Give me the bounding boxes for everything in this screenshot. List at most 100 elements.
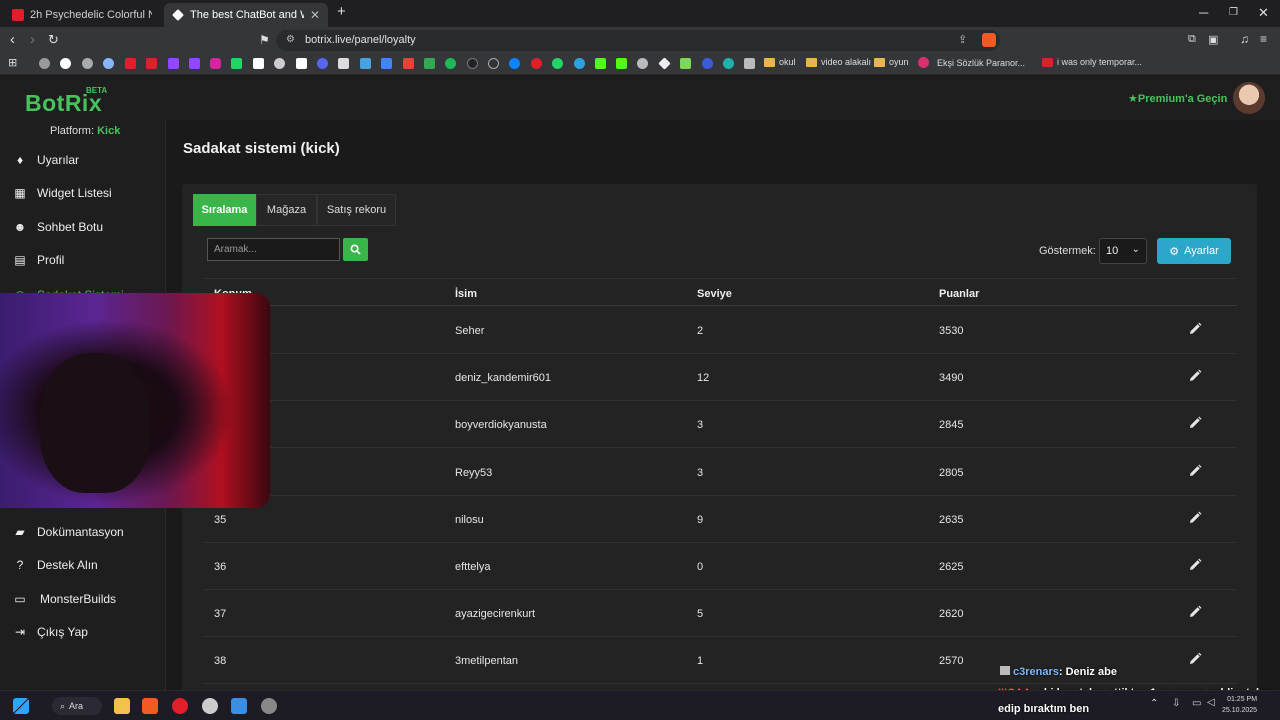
taskbar-search[interactable]: ⌕ Ara [52,697,102,715]
edit-pencil-icon[interactable] [1188,511,1202,525]
bookmark-icon[interactable]: ⚑ [259,33,270,47]
chatgpt-icon[interactable] [467,58,478,69]
gemini-icon[interactable] [103,58,114,69]
bookmark-folder-video[interactable]: video alakalı [806,57,871,67]
back-icon[interactable]: ‹ [10,31,15,48]
tab-satis-rekoru[interactable]: Satış rekoru [317,194,396,226]
column-header-level[interactable]: Seviye [697,288,732,300]
brave-browser-icon[interactable] [142,698,158,714]
photos-icon[interactable] [231,698,247,714]
edit-pencil-icon[interactable] [1188,322,1202,336]
tab-magaza[interactable]: Mağaza [256,194,317,226]
kick-icon[interactable] [595,58,606,69]
show-count-select[interactable]: 10 ⌄ [1099,238,1147,264]
media-icon[interactable]: ♫ [1240,32,1249,46]
brave-shield-icon[interactable] [982,33,996,47]
search-button[interactable] [343,238,368,261]
obs-icon[interactable] [202,698,218,714]
sidebar-item-logout[interactable]: ⇥ Çıkış Yap [0,617,166,647]
sidebar-item-widgets[interactable]: ▦ Widget Listesi [0,178,166,208]
bookmark-youtube-video[interactable]: i was only temporar... [1042,57,1142,67]
download-icon[interactable]: ⇩ [1172,698,1180,709]
x-twitter-icon[interactable] [253,58,264,69]
telegram-icon[interactable] [574,58,585,69]
instagram-icon[interactable] [210,58,221,69]
menu-icon[interactable]: ≡ [1260,32,1267,46]
youtube-icon[interactable] [146,58,157,69]
volume-icon[interactable]: ◁ [1207,697,1215,708]
forward-icon[interactable]: › [30,31,35,48]
extensions-icon[interactable]: ⧉ [1188,33,1196,46]
puzzle-icon[interactable] [680,58,691,69]
media-player-icon[interactable] [172,698,188,714]
shield-icon[interactable] [702,58,713,69]
edit-pencil-icon[interactable] [1188,558,1202,572]
premium-link[interactable]: ★Premium'a Geçin [1128,92,1227,105]
globe-icon[interactable] [723,58,734,69]
tab-siralama[interactable]: Sıralama [193,194,256,226]
extension-icon[interactable] [637,58,648,69]
pinterest-icon[interactable] [531,58,542,69]
twitch-icon[interactable] [189,58,200,69]
botrix-icon[interactable] [658,57,671,70]
bookmark-folder-okul[interactable]: okul [764,57,796,67]
search-input[interactable] [207,238,340,261]
site-info-icon[interactable]: ⚙ [286,34,295,45]
kick-icon[interactable] [616,58,627,69]
share-icon[interactable]: ⇪ [958,33,967,46]
edge-icon[interactable] [509,58,520,69]
tray-chevron-icon[interactable]: ⌃ [1150,698,1158,709]
threads-icon[interactable] [274,58,285,69]
restore-icon[interactable]: ❐ [1229,7,1238,18]
sidebar-item-chatbot[interactable]: ☻ Sohbet Botu [0,212,166,242]
spotify-icon[interactable] [445,58,456,69]
bookmark-folder-oyun[interactable]: oyun [874,57,909,67]
docs-icon[interactable] [381,58,392,69]
google-icon[interactable] [60,58,71,69]
sidebar-item-profile[interactable]: ▤ Profil [0,245,166,275]
openai-icon[interactable] [82,58,93,69]
edit-pencil-icon[interactable] [1188,369,1202,383]
column-header-name[interactable]: İsim [455,288,477,300]
edit-pencil-icon[interactable] [1188,464,1202,478]
edit-pencil-icon[interactable] [1188,416,1202,430]
capcut-icon[interactable] [338,58,349,69]
apps-grid-icon[interactable]: ⊞ [8,56,17,69]
edit-pencil-icon[interactable] [1188,605,1202,619]
sidebar-item-docs[interactable]: ▰ Dokümantasyon [0,517,166,547]
kick-icon[interactable] [231,58,242,69]
close-tab-icon[interactable]: ✕ [310,8,320,22]
avatar[interactable] [1233,82,1265,114]
url-field[interactable]: ⚙ botrix.live/panel/loyalty ⇪ [276,30,1000,51]
settings-app-icon[interactable] [261,698,277,714]
system-clock[interactable]: 01:25 PM 25.10.2025 [1222,694,1257,716]
column-header-points[interactable]: Puanlar [939,288,979,300]
reload-icon[interactable]: ↻ [48,32,59,48]
new-tab-icon[interactable]: + [337,3,346,20]
close-window-icon[interactable]: ✕ [1258,5,1269,21]
github-icon[interactable] [488,58,499,69]
browser-tab-youtube[interactable]: 2h Psychedelic Colorful Neon Backgr [4,3,160,27]
network-icon[interactable]: ▭ [1192,698,1201,709]
bookmark-eksi[interactable]: Ekşi Sözlük Paranor... [918,57,1025,68]
youtube-icon[interactable] [125,58,136,69]
qr-icon[interactable] [744,58,755,69]
twitch-icon[interactable] [168,58,179,69]
sidebar-item-uyarilar[interactable]: ♦ Uyarılar [0,145,166,175]
tiktok-icon[interactable] [296,58,307,69]
discord-icon[interactable] [317,58,328,69]
windows-start-icon[interactable] [13,698,29,714]
drive-icon[interactable] [360,58,371,69]
minimize-icon[interactable]: ─ [1199,5,1208,20]
sidebar-toggle-icon[interactable]: ▣ [1208,33,1218,46]
google-drive-icon[interactable] [424,58,435,69]
history-icon[interactable] [39,58,50,69]
file-explorer-icon[interactable] [114,698,130,714]
gmail-icon[interactable] [403,58,414,69]
settings-button[interactable]: ⚙ Ayarlar [1157,238,1231,264]
sidebar-item-monsterbuilds[interactable]: ▭ MonsterBuilds [0,584,166,614]
browser-tab-botrix[interactable]: The best ChatBot and Widgets f ✕ [164,3,328,27]
whatsapp-icon[interactable] [552,58,563,69]
edit-pencil-icon[interactable] [1188,652,1202,666]
sidebar-item-support[interactable]: ? Destek Alın [0,550,166,580]
